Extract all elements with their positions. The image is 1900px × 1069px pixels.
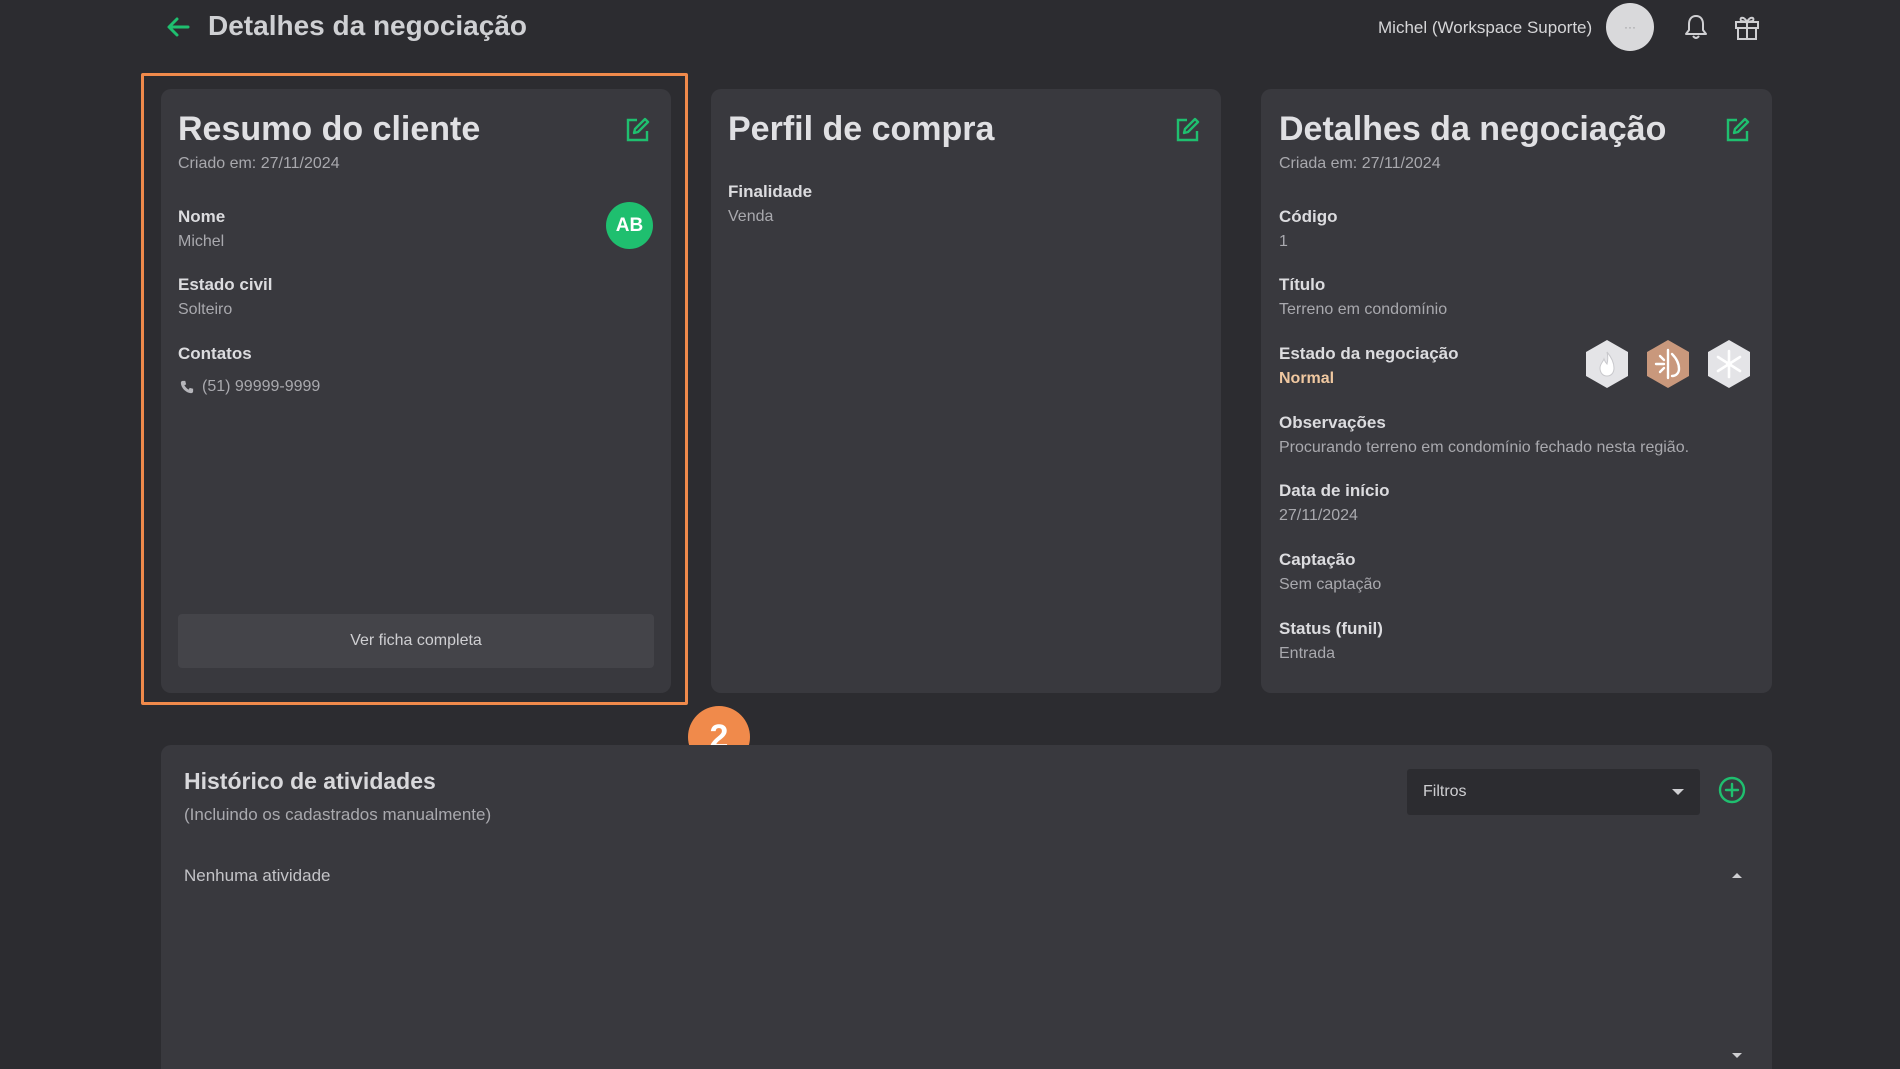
page-title: Detalhes da negociação xyxy=(208,10,528,41)
add-activity-icon[interactable] xyxy=(1717,775,1747,805)
deal-state-value: Normal xyxy=(1279,370,1335,387)
highlight-frame xyxy=(141,73,688,705)
purpose-value: Venda xyxy=(728,208,774,225)
filters-label: Filtros xyxy=(1423,783,1467,800)
history-title: Histórico de atividades xyxy=(184,768,436,794)
warm-cold-icon[interactable] xyxy=(1644,338,1692,390)
deal-title-value: Terreno em condomínio xyxy=(1279,301,1448,318)
user-avatar[interactable]: ··· xyxy=(1606,3,1654,51)
caret-down-icon xyxy=(1672,789,1684,795)
edit-profile-icon[interactable] xyxy=(1173,116,1201,144)
collapse-up-icon[interactable] xyxy=(1732,873,1742,878)
deal-notes-value: Procurando terreno em condomínio fechado… xyxy=(1279,439,1690,456)
deal-capture-label: Captação xyxy=(1279,550,1356,569)
fire-icon[interactable] xyxy=(1583,338,1631,390)
empty-activity-text: Nenhuma atividade xyxy=(184,866,331,885)
deal-code-label: Código xyxy=(1279,207,1338,226)
filters-select[interactable]: Filtros xyxy=(1407,769,1700,815)
profile-card-title: Perfil de compra xyxy=(728,110,995,148)
deal-funnel-status-value: Entrada xyxy=(1279,645,1336,662)
deal-created-date: Criada em: 27/11/2024 xyxy=(1279,155,1441,172)
snowflake-icon[interactable] xyxy=(1705,338,1753,390)
back-arrow-icon[interactable] xyxy=(162,11,194,43)
deal-code-value: 1 xyxy=(1279,233,1288,250)
purpose-label: Finalidade xyxy=(728,182,813,201)
deal-state-label: Estado da negociação xyxy=(1279,344,1459,363)
deal-start-date-label: Data de início xyxy=(1279,481,1390,500)
purchase-profile-card xyxy=(711,89,1221,693)
deal-details-card xyxy=(1261,89,1772,693)
user-workspace-label[interactable]: Michel (Workspace Suporte) xyxy=(1378,18,1592,38)
deal-card-title: Detalhes da negociação xyxy=(1279,110,1667,148)
history-subtitle: (Incluindo os cadastrados manualmente) xyxy=(184,805,492,824)
gift-icon[interactable] xyxy=(1733,13,1761,41)
deal-start-date-value: 27/11/2024 xyxy=(1279,507,1358,524)
top-bar: Detalhes da negociação Michel (Workspace… xyxy=(0,0,1900,56)
deal-funnel-status-label: Status (funil) xyxy=(1279,619,1383,638)
expand-down-icon[interactable] xyxy=(1732,1053,1742,1058)
deal-notes-label: Observações xyxy=(1279,413,1386,432)
bell-icon[interactable] xyxy=(1683,13,1709,41)
deal-capture-value: Sem captação xyxy=(1279,576,1382,593)
deal-title-label: Título xyxy=(1279,275,1326,294)
edit-deal-icon[interactable] xyxy=(1723,116,1751,144)
